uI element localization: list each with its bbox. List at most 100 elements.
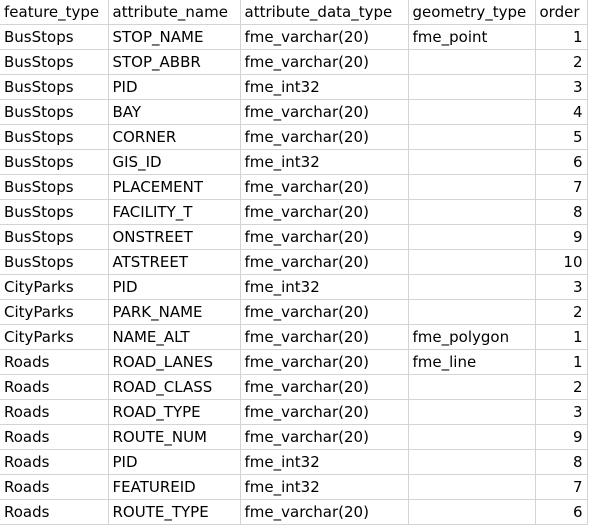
- cell-geometry-type[interactable]: [408, 249, 536, 275]
- cell-attribute-data-type[interactable]: fme_varchar(20): [240, 399, 409, 425]
- cell-feature-type[interactable]: BusStops: [0, 149, 109, 175]
- cell-attribute-data-type[interactable]: fme_varchar(20): [240, 99, 409, 125]
- cell-attribute-name[interactable]: ROAD_LANES: [108, 349, 241, 375]
- cell-order[interactable]: 7: [535, 174, 588, 200]
- cell-order[interactable]: 6: [535, 499, 588, 525]
- cell-attribute-name[interactable]: ATSTREET: [108, 249, 241, 275]
- cell-feature-type[interactable]: Roads: [0, 474, 109, 500]
- cell-attribute-data-type[interactable]: fme_varchar(20): [240, 49, 409, 75]
- cell-attribute-name[interactable]: CORNER: [108, 124, 241, 150]
- cell-attribute-data-type[interactable]: fme_varchar(20): [240, 374, 409, 400]
- header-cell-feature-type[interactable]: feature_type: [0, 0, 109, 25]
- cell-geometry-type[interactable]: [408, 124, 536, 150]
- cell-order[interactable]: 10: [535, 249, 588, 275]
- cell-geometry-type[interactable]: [408, 149, 536, 175]
- cell-order[interactable]: 2: [535, 374, 588, 400]
- cell-order[interactable]: 9: [535, 424, 588, 450]
- cell-attribute-data-type[interactable]: fme_int32: [240, 449, 409, 475]
- cell-attribute-name[interactable]: NAME_ALT: [108, 324, 241, 350]
- cell-order[interactable]: 4: [535, 99, 588, 125]
- cell-geometry-type[interactable]: [408, 499, 536, 525]
- cell-feature-type[interactable]: Roads: [0, 374, 109, 400]
- cell-attribute-data-type[interactable]: fme_int32: [240, 149, 409, 175]
- cell-geometry-type[interactable]: [408, 474, 536, 500]
- cell-geometry-type[interactable]: [408, 399, 536, 425]
- cell-geometry-type[interactable]: [408, 449, 536, 475]
- cell-order[interactable]: 1: [535, 324, 588, 350]
- cell-attribute-data-type[interactable]: fme_varchar(20): [240, 224, 409, 250]
- cell-geometry-type[interactable]: [408, 299, 536, 325]
- cell-attribute-data-type[interactable]: fme_varchar(20): [240, 424, 409, 450]
- cell-geometry-type[interactable]: fme_polygon: [408, 324, 536, 350]
- cell-geometry-type[interactable]: [408, 424, 536, 450]
- cell-attribute-name[interactable]: ROAD_TYPE: [108, 399, 241, 425]
- cell-attribute-data-type[interactable]: fme_varchar(20): [240, 124, 409, 150]
- cell-order[interactable]: 3: [535, 274, 588, 300]
- header-cell-geometry-type[interactable]: geometry_type: [408, 0, 536, 25]
- cell-attribute-name[interactable]: FEATUREID: [108, 474, 241, 500]
- cell-feature-type[interactable]: BusStops: [0, 174, 109, 200]
- cell-order[interactable]: 6: [535, 149, 588, 175]
- cell-feature-type[interactable]: BusStops: [0, 224, 109, 250]
- cell-feature-type[interactable]: CityParks: [0, 299, 109, 325]
- cell-feature-type[interactable]: BusStops: [0, 249, 109, 275]
- cell-feature-type[interactable]: Roads: [0, 424, 109, 450]
- cell-attribute-name[interactable]: FACILITY_T: [108, 199, 241, 225]
- cell-order[interactable]: 2: [535, 49, 588, 75]
- cell-geometry-type[interactable]: [408, 99, 536, 125]
- header-cell-order[interactable]: order: [535, 0, 588, 25]
- cell-geometry-type[interactable]: [408, 374, 536, 400]
- cell-feature-type[interactable]: CityParks: [0, 274, 109, 300]
- cell-feature-type[interactable]: Roads: [0, 449, 109, 475]
- cell-attribute-name[interactable]: PARK_NAME: [108, 299, 241, 325]
- cell-feature-type[interactable]: BusStops: [0, 24, 109, 50]
- cell-attribute-name[interactable]: ROAD_CLASS: [108, 374, 241, 400]
- cell-order[interactable]: 8: [535, 449, 588, 475]
- cell-attribute-data-type[interactable]: fme_int32: [240, 274, 409, 300]
- cell-attribute-name[interactable]: PID: [108, 74, 241, 100]
- cell-feature-type[interactable]: BusStops: [0, 49, 109, 75]
- cell-order[interactable]: 3: [535, 74, 588, 100]
- cell-feature-type[interactable]: BusStops: [0, 74, 109, 100]
- cell-attribute-name[interactable]: BAY: [108, 99, 241, 125]
- cell-attribute-data-type[interactable]: fme_varchar(20): [240, 299, 409, 325]
- cell-geometry-type[interactable]: [408, 74, 536, 100]
- cell-attribute-name[interactable]: ONSTREET: [108, 224, 241, 250]
- cell-order[interactable]: 8: [535, 199, 588, 225]
- cell-feature-type[interactable]: Roads: [0, 399, 109, 425]
- cell-geometry-type[interactable]: [408, 174, 536, 200]
- cell-attribute-name[interactable]: PID: [108, 449, 241, 475]
- cell-attribute-name[interactable]: PLACEMENT: [108, 174, 241, 200]
- cell-feature-type[interactable]: Roads: [0, 349, 109, 375]
- cell-feature-type[interactable]: BusStops: [0, 124, 109, 150]
- cell-order[interactable]: 3: [535, 399, 588, 425]
- cell-attribute-name[interactable]: ROUTE_TYPE: [108, 499, 241, 525]
- cell-order[interactable]: 7: [535, 474, 588, 500]
- cell-attribute-data-type[interactable]: fme_varchar(20): [240, 199, 409, 225]
- cell-attribute-data-type[interactable]: fme_varchar(20): [240, 174, 409, 200]
- cell-attribute-name[interactable]: STOP_ABBR: [108, 49, 241, 75]
- cell-geometry-type[interactable]: [408, 49, 536, 75]
- cell-attribute-name[interactable]: GIS_ID: [108, 149, 241, 175]
- cell-attribute-name[interactable]: PID: [108, 274, 241, 300]
- cell-geometry-type[interactable]: fme_point: [408, 24, 536, 50]
- cell-attribute-data-type[interactable]: fme_int32: [240, 74, 409, 100]
- header-cell-attribute-data-type[interactable]: attribute_data_type: [240, 0, 409, 25]
- cell-order[interactable]: 1: [535, 349, 588, 375]
- cell-feature-type[interactable]: CityParks: [0, 324, 109, 350]
- cell-attribute-name[interactable]: STOP_NAME: [108, 24, 241, 50]
- cell-order[interactable]: 9: [535, 224, 588, 250]
- cell-feature-type[interactable]: BusStops: [0, 99, 109, 125]
- cell-attribute-data-type[interactable]: fme_varchar(20): [240, 499, 409, 525]
- cell-attribute-data-type[interactable]: fme_varchar(20): [240, 249, 409, 275]
- cell-order[interactable]: 1: [535, 24, 588, 50]
- cell-attribute-name[interactable]: ROUTE_NUM: [108, 424, 241, 450]
- cell-geometry-type[interactable]: fme_line: [408, 349, 536, 375]
- cell-geometry-type[interactable]: [408, 274, 536, 300]
- cell-attribute-data-type[interactable]: fme_varchar(20): [240, 324, 409, 350]
- header-cell-attribute-name[interactable]: attribute_name: [108, 0, 241, 25]
- cell-geometry-type[interactable]: [408, 224, 536, 250]
- cell-attribute-data-type[interactable]: fme_varchar(20): [240, 349, 409, 375]
- cell-feature-type[interactable]: Roads: [0, 499, 109, 525]
- cell-geometry-type[interactable]: [408, 199, 536, 225]
